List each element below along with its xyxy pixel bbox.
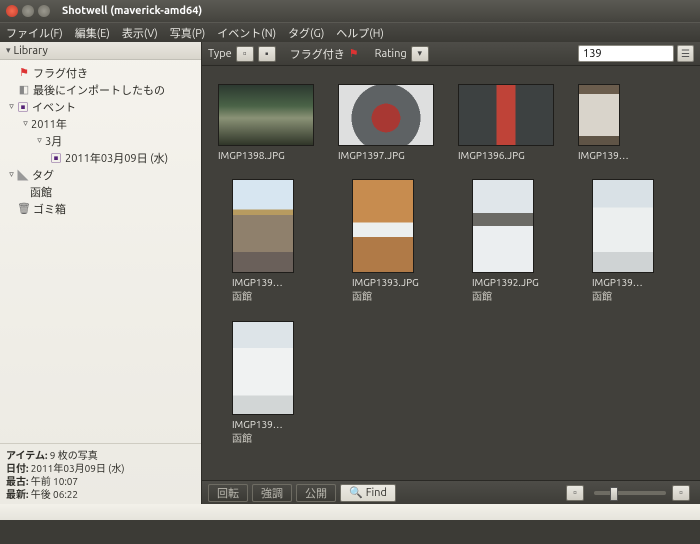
tree-item-events[interactable]: ▿▣イベント [4,98,197,115]
calendar-icon: ▣ [17,101,29,113]
rotate-button[interactable]: 回転 [208,484,248,502]
thumbnail[interactable]: IMGP1397.JPG [338,84,436,161]
menu-edit[interactable]: 編集(E) [75,25,110,41]
magnifier-icon: 🔍 [349,486,363,499]
bottom-toolbar: 回転 強調 公開 🔍Find ▫ ▫ [202,480,700,504]
import-icon: ◧ [18,84,30,96]
window-minimize-button[interactable] [22,5,34,17]
thumbnail[interactable]: IMGP1392.JPG函館 [472,179,570,303]
library-header-label: Library [14,45,48,57]
tree-item-trash[interactable]: 🗑ゴミ箱 [4,200,197,217]
thumbnail-grid: IMGP1398.JPG IMGP1397.JPG IMGP1396.JPG I… [202,66,700,480]
flag-label: フラグ付き [290,46,345,62]
tree-item-last-import[interactable]: ◧最後にインポートしたもの [4,81,197,98]
tree-item-flagged[interactable]: ⚑フラグ付き [4,64,197,81]
rating-button[interactable]: ▾ [411,46,429,62]
filter-toolbar: Type ▫ ▪ フラグ付き ⚑ Rating ▾ ☰ [202,42,700,66]
search-box: ☰ [578,45,694,62]
menu-event[interactable]: イベント(N) [217,25,276,41]
tree-item-month[interactable]: ▿3月 [4,132,197,149]
thumbnail[interactable]: IMGP139…函館 [232,321,330,445]
library-tree: ⚑フラグ付き ◧最後にインポートしたもの ▿▣イベント ▿2011年 ▿3月 ▣… [0,60,201,443]
type-video-button[interactable]: ▪ [258,46,276,62]
status-panel: アイテム: 9 枚の写真 日付: 2011年03月09日 (水) 最古: 午前 … [0,443,201,504]
search-input[interactable] [578,45,674,62]
twisty-icon[interactable]: ▿ [20,118,31,129]
trash-icon: 🗑 [18,203,30,215]
flag-icon: ⚑ [18,67,30,79]
thumbnail-image [472,179,534,273]
title-bar: Shotwell (maverick-amd64) [0,0,700,22]
tree-item-tag-hakodate[interactable]: 函館 [4,183,197,200]
thumbnail[interactable]: IMGP139… [578,84,676,161]
menu-view[interactable]: 表示(V) [122,25,158,41]
thumbnail-image [458,84,554,146]
event-icon: ▣ [50,152,62,164]
tree-item-year[interactable]: ▿2011年 [4,115,197,132]
tree-item-date[interactable]: ▣2011年03月09日 (水) [4,149,197,166]
thumbnail-image [578,84,620,146]
flag-icon[interactable]: ⚑ [349,47,359,60]
thumbnail-image [338,84,434,146]
zoom-slider[interactable] [594,491,666,495]
find-button[interactable]: 🔍Find [340,484,396,502]
thumbnail[interactable]: IMGP1398.JPG [218,84,316,161]
thumbnail[interactable]: IMGP139…函館 [592,179,690,303]
thumbnail-image [232,321,294,415]
window-status-bar [0,504,700,520]
thumbnail[interactable]: IMGP139…函館 [232,179,330,303]
thumbnail-image [352,179,414,273]
window-title: Shotwell (maverick-amd64) [62,5,202,17]
zoom-in-icon[interactable]: ▫ [672,485,690,501]
menu-help[interactable]: ヘルプ(H) [336,25,384,41]
tree-item-tags[interactable]: ▿◣タグ [4,166,197,183]
enhance-button[interactable]: 強調 [252,484,292,502]
main-panel: Type ▫ ▪ フラグ付き ⚑ Rating ▾ ☰ IMGP1398.JPG… [202,42,700,504]
publish-button[interactable]: 公開 [296,484,336,502]
twisty-icon[interactable]: ▿ [34,135,45,146]
thumbnail-image [218,84,314,146]
zoom-out-icon[interactable]: ▫ [566,485,584,501]
twisty-icon[interactable]: ▿ [6,101,17,112]
window-maximize-button[interactable] [38,5,50,17]
thumbnail[interactable]: IMGP1396.JPG [458,84,556,161]
tag-icon: ◣ [17,169,29,181]
search-settings-icon[interactable]: ☰ [677,45,694,62]
thumbnail-image [592,179,654,273]
sidebar: ▾Library ⚑フラグ付き ◧最後にインポートしたもの ▿▣イベント ▿20… [0,42,202,504]
type-label: Type [208,48,232,60]
type-photo-button[interactable]: ▫ [236,46,254,62]
window-close-button[interactable] [6,5,18,17]
thumbnail-image [232,179,294,273]
menu-tag[interactable]: タグ(G) [288,25,324,41]
menu-file[interactable]: ファイル(F) [6,25,63,41]
menu-bar: ファイル(F) 編集(E) 表示(V) 写真(P) イベント(N) タグ(G) … [0,22,700,42]
twisty-icon[interactable]: ▿ [6,169,17,180]
menu-photo[interactable]: 写真(P) [170,25,206,41]
library-header[interactable]: ▾Library [0,42,201,60]
rating-label: Rating [375,48,407,60]
thumbnail[interactable]: IMGP1393.JPG函館 [352,179,450,303]
